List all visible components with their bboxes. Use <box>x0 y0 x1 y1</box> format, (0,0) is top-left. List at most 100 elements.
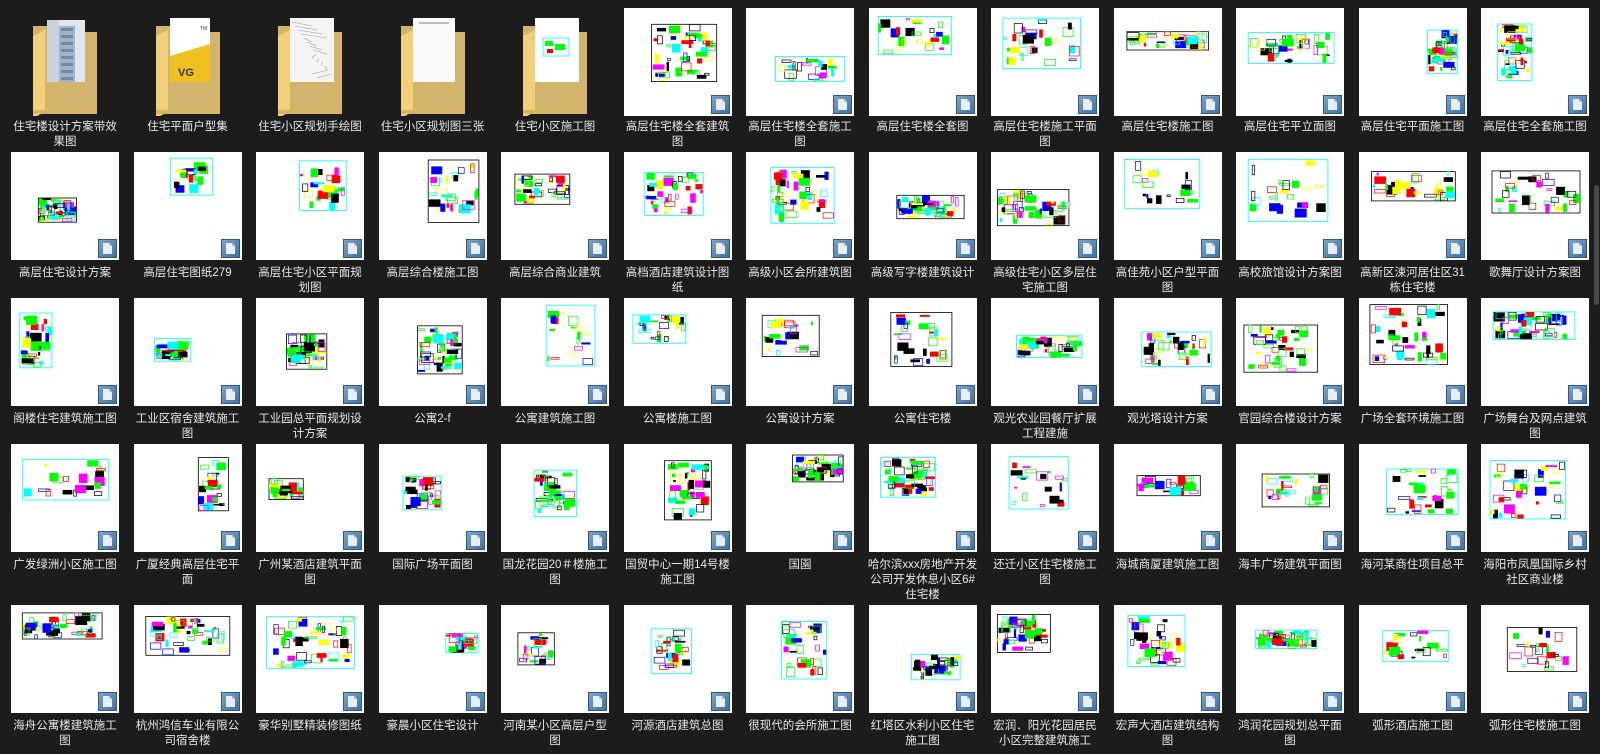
file-item[interactable]: 很现代的会所施工图 <box>745 605 855 749</box>
file-item[interactable]: 高层住宅楼全套施工图 <box>745 8 855 150</box>
folder-item[interactable]: VG TM 住宅平面户型集 <box>133 8 243 150</box>
file-thumbnail <box>1113 444 1222 552</box>
folder-item[interactable]: 住宅小区施工图 <box>500 8 610 150</box>
file-item[interactable]: 高层住宅楼全套建筑图 <box>623 8 733 150</box>
file-item[interactable]: 高级住宅小区多层住宅施工图 <box>990 152 1100 296</box>
file-item[interactable]: 观光塔设计方案 <box>1113 298 1223 442</box>
file-item[interactable]: 公寓2-f <box>378 298 488 442</box>
file-item[interactable]: 豪晨小区住宅设计 <box>378 605 488 749</box>
file-item[interactable]: 高层住宅小区平面规划图 <box>255 152 365 296</box>
file-item[interactable]: 海城商厦建筑施工图 <box>1113 444 1223 603</box>
file-item[interactable]: 杭州鸿信车业有限公司宿舍楼 <box>133 605 243 749</box>
file-thumbnail <box>1481 152 1589 260</box>
file-item[interactable]: 高层住宅楼施工平面图 <box>990 8 1100 150</box>
file-item[interactable]: 宏润．阳光花园居民小区完整建筑施工 <box>990 605 1100 749</box>
file-item[interactable]: 高级写字楼建筑设计 <box>868 152 978 296</box>
folder-thumbnail <box>379 8 487 118</box>
file-item[interactable]: 高层住宅平立面图 <box>1235 8 1345 150</box>
file-thumbnail <box>1236 605 1344 713</box>
file-item[interactable]: 国贸中心一期14号楼施工图 <box>623 444 733 603</box>
file-item[interactable]: 高级小区会所建筑图 <box>745 152 855 296</box>
file-item[interactable]: 公寓楼施工图 <box>623 298 733 442</box>
document-icon <box>1200 95 1220 114</box>
file-item[interactable]: 高层住宅楼施工图 <box>1113 8 1223 150</box>
document-icon <box>465 531 485 550</box>
file-item[interactable]: 国龙花园20＃楼施工图 <box>500 444 610 603</box>
file-item[interactable]: 河南某小区高层户型图 <box>500 605 610 749</box>
file-item[interactable]: 鸿润花园规划总平面图 <box>1235 605 1345 749</box>
file-item[interactable]: 公寓设计方案 <box>745 298 855 442</box>
item-label: 观光农业园餐厅扩展工程建施 <box>993 413 1097 440</box>
folder-icon <box>523 18 587 118</box>
scrollbar[interactable] <box>1592 0 1600 754</box>
file-item[interactable]: 广州某酒店建筑平面图 <box>255 444 365 603</box>
folder-item[interactable]: 住宅小区规划手绘图 <box>255 8 365 150</box>
file-item[interactable]: 高层住宅楼全套图 <box>868 8 978 150</box>
file-item[interactable]: 高档酒店建筑设计图纸 <box>623 152 733 296</box>
file-item[interactable]: 豪华别墅精装修图纸 <box>255 605 365 749</box>
document-icon <box>833 239 852 258</box>
file-item[interactable]: 国園 <box>745 444 855 603</box>
item-label: 工业园总平面规划设计方案 <box>258 413 362 440</box>
file-item[interactable]: 高层综合楼施工图 <box>378 152 488 296</box>
file-item[interactable]: 工业园总平面规划设计方案 <box>255 298 365 442</box>
file-item[interactable]: 广场舞台及网点建筑图 <box>1480 298 1590 442</box>
scrollbar-thumb[interactable] <box>1594 185 1599 305</box>
file-item[interactable]: 弧形住宅楼施工图 <box>1480 605 1590 749</box>
file-item[interactable]: 高新区涑河居住区31栋住宅楼 <box>1358 152 1468 296</box>
file-item[interactable]: 国际广场平面图 <box>378 444 488 603</box>
file-item[interactable]: 高层住宅设计方案 <box>10 152 120 296</box>
file-item[interactable]: 观光农业园餐厅扩展工程建施 <box>990 298 1100 442</box>
file-item[interactable]: 红塔区水利小区住宅施工图 <box>868 605 978 749</box>
document-icon <box>955 531 975 550</box>
item-label: 红塔区水利小区住宅施工图 <box>870 720 975 747</box>
item-label: 高级住宅小区多层住宅施工图 <box>993 267 1097 294</box>
file-item[interactable]: 高层综合商业建筑 <box>500 152 610 296</box>
file-item[interactable]: 高校旅馆设计方案图 <box>1235 152 1345 296</box>
file-thumbnail <box>1113 152 1222 260</box>
file-thumbnail <box>991 298 1099 406</box>
item-label: 住宅小区规划手绘图 <box>258 121 362 133</box>
item-label: 豪晨小区住宅设计 <box>386 720 479 732</box>
folder-item[interactable]: 住宅小区规划图三张 <box>378 8 488 150</box>
file-item[interactable]: 哈尔滨xxx房地产开发公司开发休息小区6#住宅楼 <box>868 444 978 603</box>
file-item[interactable]: 官园综合楼设计方案 <box>1235 298 1345 442</box>
file-thumbnail <box>11 152 119 260</box>
file-item[interactable]: 海舟公寓楼建筑施工图 <box>10 605 120 749</box>
item-label: 广州某酒店建筑平面图 <box>258 559 362 586</box>
file-item[interactable]: 还迁小区住宅楼施工图 <box>990 444 1100 603</box>
file-item[interactable]: 海河某商住项目总平 <box>1358 444 1468 603</box>
item-label: 阁楼住宅建筑施工图 <box>13 413 117 425</box>
file-item[interactable]: 海丰广场建筑平面图 <box>1235 444 1345 603</box>
document-icon <box>1568 385 1587 404</box>
file-item[interactable]: 工业区宿舍建筑施工图 <box>133 298 243 442</box>
file-item[interactable]: 广场全套环境施工图 <box>1358 298 1468 442</box>
file-thumbnail <box>1236 298 1344 406</box>
file-thumbnail <box>378 605 487 713</box>
file-item[interactable]: 公寓建筑施工图 <box>500 298 610 442</box>
file-thumbnail <box>1358 298 1467 406</box>
document-icon <box>1323 385 1342 404</box>
file-item[interactable]: 高佳苑小区户型平面图 <box>1113 152 1223 296</box>
item-label: 鸿润花园规划总平面图 <box>1238 720 1342 747</box>
file-thumbnail <box>991 8 1099 116</box>
file-item[interactable]: 阁楼住宅建筑施工图 <box>10 298 120 442</box>
item-label: 高层住宅全套施工图 <box>1483 121 1587 133</box>
file-item[interactable]: 海阳市凤凰国际乡村社区商业楼 <box>1480 444 1590 603</box>
folder-icon: VG TM <box>155 18 220 118</box>
document-icon <box>1200 385 1220 404</box>
file-item[interactable]: 公寓住宅楼 <box>868 298 978 442</box>
file-thumbnail <box>623 298 732 406</box>
file-item[interactable]: 弧形酒店施工图 <box>1358 605 1468 749</box>
file-thumbnail <box>133 298 242 406</box>
file-item[interactable]: 河源酒店建筑总图 <box>623 605 733 749</box>
file-item[interactable]: 广发绿洲小区施工图 <box>10 444 120 603</box>
folder-item[interactable]: 住宅楼设计方案带效果图 <box>10 8 120 150</box>
file-item[interactable]: 宏声大酒店建筑结构图 <box>1113 605 1223 749</box>
file-item[interactable]: 歌舞厅设计方案图 <box>1480 152 1590 296</box>
file-item[interactable]: 广厦经典高层住宅平面 <box>133 444 243 603</box>
file-item[interactable]: 高层住宅图纸279 <box>133 152 243 296</box>
file-item[interactable]: 高层住宅平面施工图 <box>1358 8 1468 150</box>
file-item[interactable]: 高层住宅全套施工图 <box>1480 8 1590 150</box>
file-thumbnail <box>378 298 487 406</box>
